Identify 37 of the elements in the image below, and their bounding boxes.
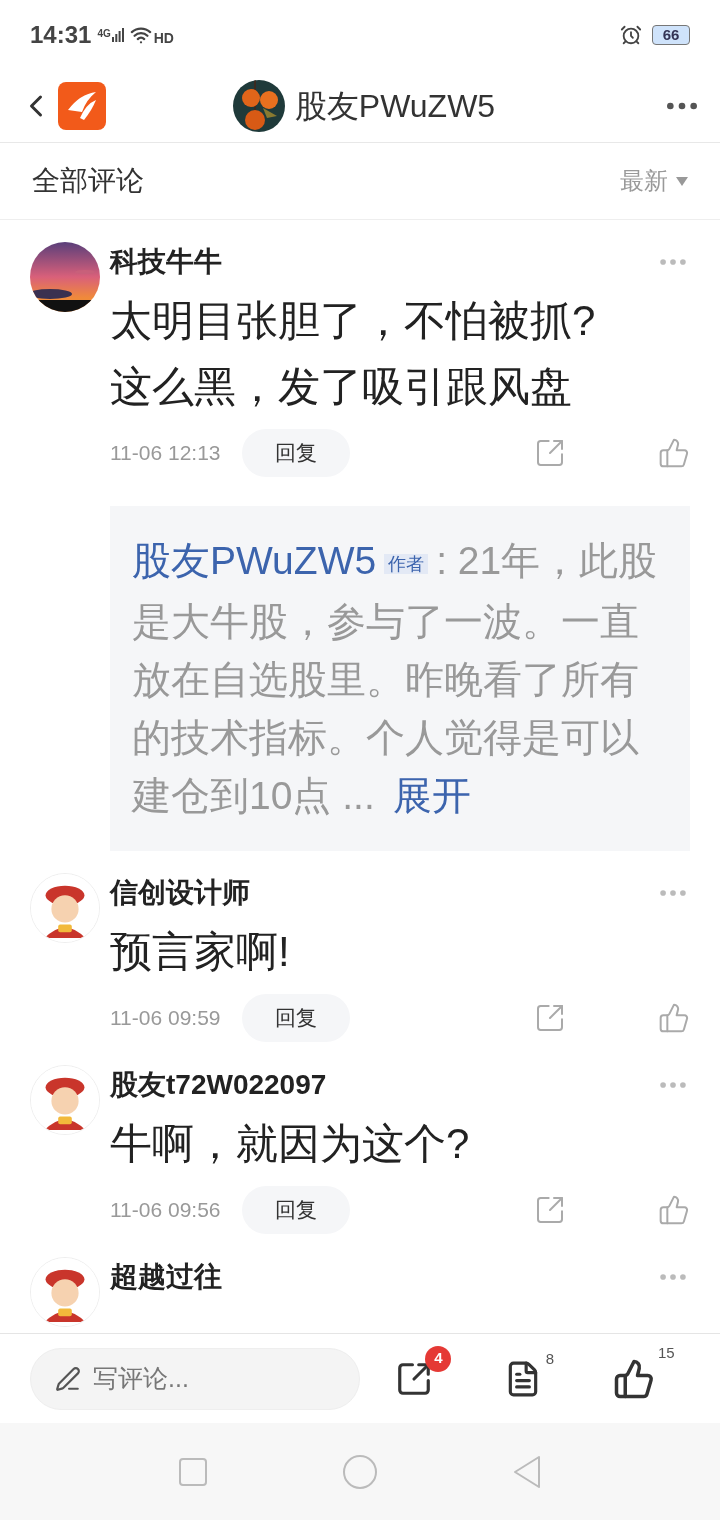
comment-field[interactable]: 写评论... xyxy=(30,1347,360,1410)
commenter-name: 科技牛牛 xyxy=(110,245,222,279)
commenter-name: 超越过往 xyxy=(110,1259,222,1294)
comment-time: 11-06 09:56 xyxy=(110,1196,222,1223)
header-title: 股友PWuZW5 xyxy=(294,87,496,126)
comments-count: 8 xyxy=(545,1348,554,1369)
reply-button[interactable]: 回复 xyxy=(242,429,350,477)
likes-count: 15 xyxy=(657,1342,675,1363)
reply-button[interactable]: 回复 xyxy=(242,993,350,1042)
share-badge: 4 xyxy=(425,1345,452,1372)
reply-text: 股友PWuZW5 作者 : 21年，此股是大牛股，参与了一波。一直放在自选股里。昨晚看了所有的技术指标。个人觉得是可以建仓到10点 ... 展开 xyxy=(132,538,659,819)
like-icon[interactable] xyxy=(658,1001,690,1034)
recent-apps-button[interactable] xyxy=(176,1455,209,1488)
signal-icon xyxy=(111,27,124,43)
battery-level: 66 xyxy=(652,25,690,45)
comment-time: 11-06 12:13 xyxy=(110,440,222,467)
alarm-icon xyxy=(620,24,642,46)
like-button[interactable] xyxy=(612,1357,655,1400)
comment-text: 太明目张胆了，不怕被抓?这么黑，发了吸引跟风盘 xyxy=(110,296,597,412)
home-button[interactable] xyxy=(342,1453,378,1490)
pencil-icon xyxy=(55,1365,81,1392)
share-icon[interactable] xyxy=(534,437,566,469)
comment-text: 牛啊，就因为这个? xyxy=(110,1118,471,1169)
comment-time: 11-06 09:59 xyxy=(110,1004,222,1031)
like-icon[interactable] xyxy=(658,1193,690,1226)
commenter-name: 股友t72W022097 xyxy=(110,1067,327,1102)
comment-text: 预言家啊! xyxy=(110,926,291,977)
like-icon[interactable] xyxy=(658,437,690,469)
hd-label: HD xyxy=(153,28,174,48)
section-title: 全部评论 xyxy=(32,164,145,198)
reply-button[interactable]: 回复 xyxy=(242,1185,350,1234)
wifi-icon xyxy=(129,24,152,46)
status-time: 14:31 xyxy=(30,20,92,50)
commenter-name: 信创设计师 xyxy=(110,875,250,910)
expand-link[interactable]: 展开 xyxy=(392,773,471,817)
comment-input[interactable]: 写评论... xyxy=(93,1359,293,1398)
network-label: 4G xyxy=(97,27,111,41)
